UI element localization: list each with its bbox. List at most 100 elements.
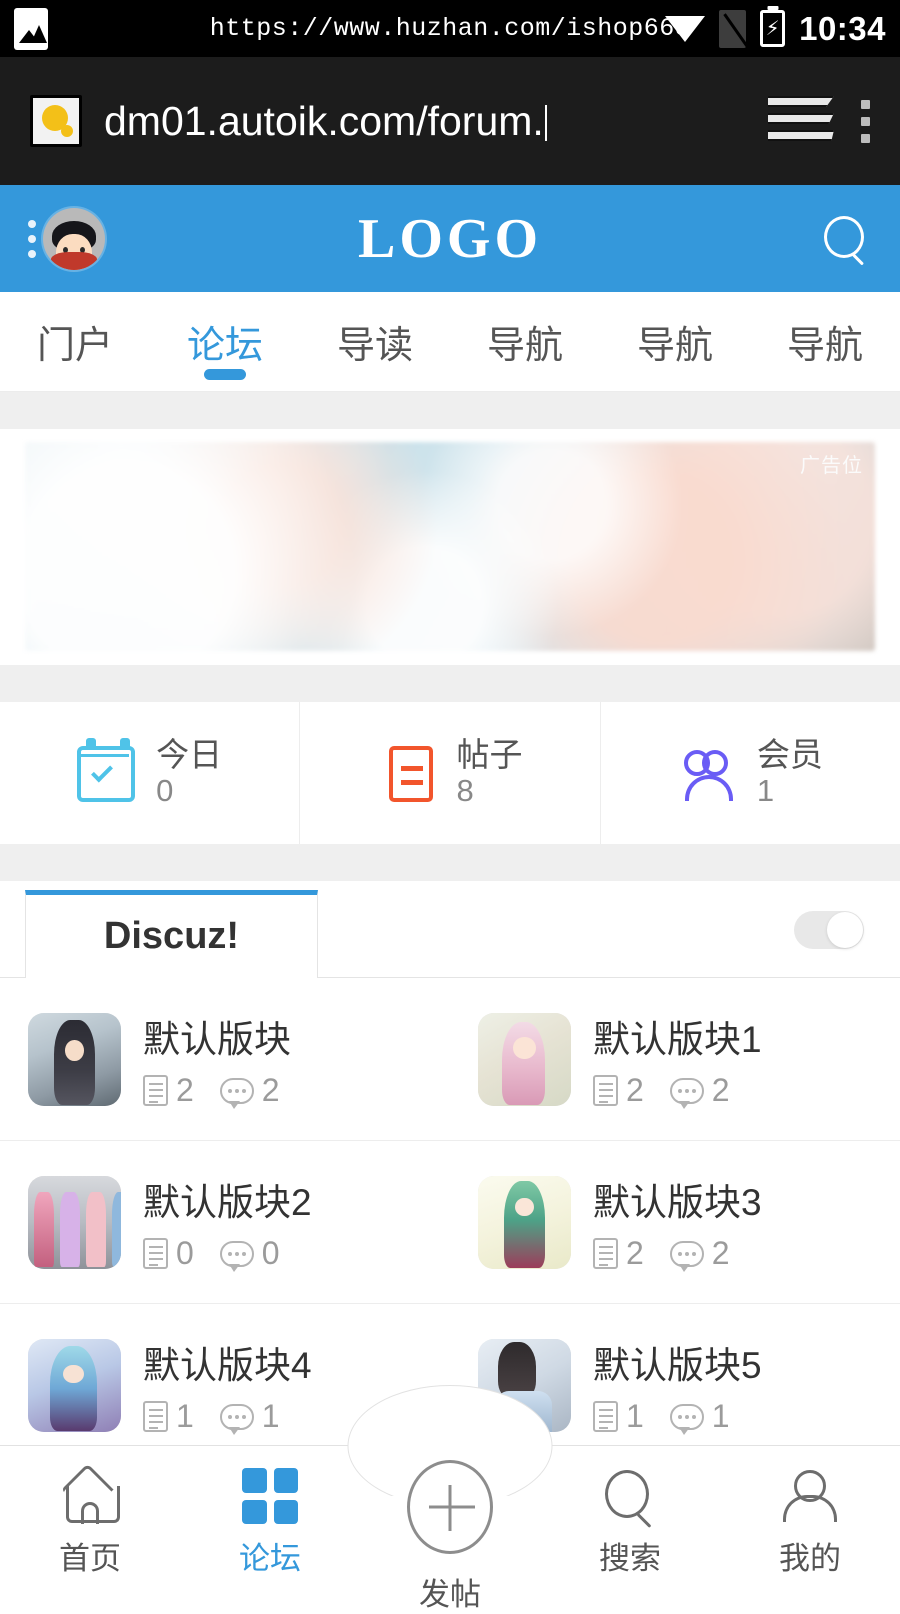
forum-item[interactable]: 默认版块1 2 2 — [450, 978, 900, 1140]
stat-today[interactable]: 今日 0 — [0, 702, 301, 844]
section-divider-1 — [0, 392, 900, 429]
threads-icon — [143, 1238, 168, 1269]
stat-label: 会员 — [756, 736, 823, 774]
home-icon — [62, 1468, 120, 1524]
forum-thumbnail — [28, 1012, 121, 1106]
reply-count: 2 — [711, 1235, 730, 1271]
forum-stats-bar: 今日 0 帖子 8 会员 1 — [0, 702, 900, 844]
nav-tab-label: 论坛 — [186, 325, 263, 367]
app-header: LOGO — [0, 185, 900, 292]
forum-meta: 2 2 — [593, 1235, 762, 1272]
bottom-nav-label: 我的 — [779, 1541, 841, 1576]
browser-toolbar: dm01.autoik.com/forum. — [0, 57, 900, 185]
forum-row: 默认版块 2 2 默认版块1 2 2 — [0, 978, 900, 1141]
reply-count: 0 — [261, 1235, 280, 1271]
battery-charging-icon: ⚡ — [760, 10, 786, 47]
nav-tab-label: 门户 — [36, 325, 113, 367]
banner-image — [25, 442, 875, 651]
nav-tab-luntan[interactable]: 论坛 — [150, 292, 300, 391]
stat-label: 帖子 — [456, 736, 523, 774]
app-header-left[interactable] — [28, 207, 105, 270]
thread-count: 2 — [626, 1235, 644, 1271]
forum-item[interactable]: 默认版块3 2 2 — [450, 1141, 900, 1303]
nav-tab-daohang-2[interactable]: 导航 — [600, 292, 750, 391]
thread-count: 2 — [176, 1072, 194, 1108]
forum-meta: 2 2 — [593, 1072, 762, 1109]
thread-count: 1 — [626, 1398, 644, 1434]
replies-icon — [669, 1077, 704, 1109]
page-icon — [30, 95, 82, 147]
stat-posts[interactable]: 帖子 8 — [300, 702, 601, 844]
reply-count: 2 — [261, 1072, 280, 1108]
section-divider-2 — [0, 665, 900, 702]
nav-tab-menhu[interactable]: 门户 — [0, 292, 150, 391]
tab-discuz[interactable]: Discuz! — [25, 890, 318, 978]
replies-icon — [669, 1403, 704, 1435]
site-logo: LOGO — [357, 207, 543, 270]
overflow-menu-icon[interactable] — [860, 99, 870, 143]
search-icon[interactable] — [822, 214, 872, 264]
signal-off-icon — [719, 9, 747, 48]
forum-thumbnail — [478, 1012, 571, 1106]
user-avatar[interactable] — [43, 207, 105, 270]
status-bar-indicators: ⚡ 10:34 — [665, 9, 886, 48]
forum-meta: 2 2 — [143, 1072, 291, 1109]
document-icon — [377, 742, 439, 810]
threads-icon — [143, 1401, 168, 1432]
stat-label: 今日 — [156, 736, 223, 774]
threads-icon — [593, 1075, 618, 1106]
tabs-stack-icon[interactable] — [768, 92, 838, 150]
forum-meta: 0 0 — [143, 1235, 312, 1272]
section-divider-3 — [0, 844, 900, 881]
section-collapse-toggle[interactable] — [794, 911, 864, 949]
address-bar-text: dm01.autoik.com/forum. — [104, 97, 544, 144]
bottom-nav-label: 首页 — [59, 1541, 121, 1576]
thread-count: 0 — [176, 1235, 194, 1271]
bottom-nav-profile[interactable]: 我的 — [720, 1446, 900, 1578]
forum-name: 默认版块5 — [593, 1345, 762, 1386]
person-icon — [782, 1468, 838, 1524]
forum-name: 默认版块4 — [143, 1345, 312, 1386]
banner-ad[interactable]: 广告位 — [25, 442, 875, 651]
nav-tab-label: 导航 — [636, 325, 713, 367]
bottom-nav-label: 搜索 — [599, 1541, 661, 1576]
bottom-nav-home[interactable]: 首页 — [0, 1446, 180, 1578]
bottom-nav-forum[interactable]: 论坛 — [180, 1446, 360, 1578]
three-dots-icon[interactable] — [28, 219, 36, 258]
thread-count: 1 — [176, 1398, 194, 1434]
forum-row: 默认版块2 0 0 默认版块3 2 2 — [0, 1141, 900, 1304]
wifi-icon — [665, 14, 706, 44]
replies-icon — [219, 1403, 254, 1435]
calendar-check-icon — [77, 742, 139, 804]
reply-count: 2 — [711, 1072, 730, 1108]
reply-count: 1 — [711, 1398, 730, 1434]
bottom-nav-label: 论坛 — [239, 1541, 301, 1576]
bottom-nav-search[interactable]: 搜索 — [540, 1446, 720, 1578]
forum-item[interactable]: 默认版块2 0 0 — [0, 1141, 450, 1303]
forum-thumbnail — [28, 1175, 121, 1269]
forum-meta: 1 1 — [593, 1398, 762, 1435]
replies-icon — [219, 1240, 254, 1272]
section-tab-row: Discuz! — [0, 881, 900, 978]
search-icon — [602, 1468, 658, 1524]
forum-thumbnail — [28, 1338, 121, 1432]
forum-section: Discuz! 默认版块 2 2 默认版块1 2 2 默认版块2 0 0 默认版… — [0, 881, 900, 1467]
address-bar[interactable]: dm01.autoik.com/forum. — [104, 98, 746, 145]
threads-icon — [593, 1401, 618, 1432]
stat-value: 1 — [756, 773, 775, 809]
nav-tab-daohang-3[interactable]: 导航 — [750, 292, 900, 391]
banner-section: 广告位 — [0, 429, 900, 665]
android-status-bar: https://www.huzhan.com/ishop663 ⚡ 10:34 — [0, 0, 900, 57]
bottom-nav-post[interactable]: 发帖 — [360, 1446, 540, 1614]
thread-count: 2 — [626, 1072, 644, 1108]
nav-tab-daodu[interactable]: 导读 — [300, 292, 450, 391]
bottom-navigation-bar: 首页 论坛 发帖 搜索 我的 — [0, 1385, 900, 1612]
replies-icon — [669, 1240, 704, 1272]
nav-tab-daohang-1[interactable]: 导航 — [450, 292, 600, 391]
reply-count: 1 — [261, 1398, 280, 1434]
forum-item[interactable]: 默认版块 2 2 — [0, 978, 450, 1140]
bottom-nav-label: 发帖 — [419, 1577, 481, 1612]
stat-members[interactable]: 会员 1 — [601, 702, 900, 844]
nav-tab-label: 导读 — [336, 325, 413, 367]
forum-name: 默认版块 — [143, 1019, 291, 1060]
